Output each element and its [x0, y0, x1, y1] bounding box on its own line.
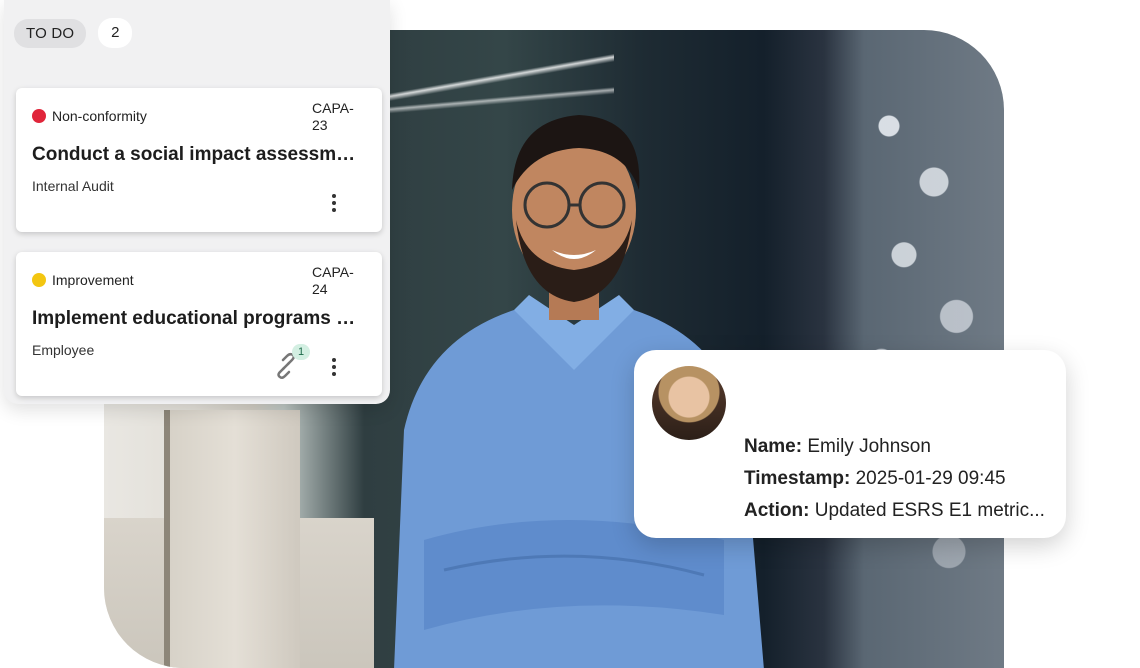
- link-count-badge: 1: [292, 344, 310, 360]
- avatar: [652, 366, 726, 440]
- task-source: Internal Audit: [32, 178, 114, 194]
- activity-name-row: Name: Emily Johnson: [744, 436, 931, 458]
- task-type-label: Improvement: [52, 272, 134, 288]
- task-type: Improvement: [32, 272, 134, 288]
- link-icon[interactable]: 1: [272, 344, 310, 380]
- column-count-badge: 2: [98, 18, 133, 48]
- task-source: Employee: [32, 342, 95, 358]
- action-value: Updated ESRS E1 metric...: [814, 500, 1045, 521]
- task-type: Non-conformity: [32, 108, 147, 124]
- column-header: TO DO 2: [14, 18, 133, 48]
- user-name: Emily Johnson: [807, 436, 931, 457]
- task-type-label: Non-conformity: [52, 108, 147, 124]
- task-card[interactable]: Improvement CAPA- 24 Implement education…: [16, 252, 382, 396]
- action-label: Action:: [744, 500, 810, 521]
- status-dot-icon: [32, 109, 46, 123]
- more-options-icon[interactable]: [328, 356, 340, 380]
- activity-timestamp-row: Timestamp: 2025-01-29 09:45: [744, 468, 1006, 490]
- todo-column: TO DO 2 Non-conformity CAPA- 23 Conduct …: [4, 0, 390, 404]
- name-label: Name:: [744, 436, 803, 457]
- task-title[interactable]: Implement educational programs o...: [32, 308, 362, 330]
- status-dot-icon: [32, 273, 46, 287]
- task-id: CAPA- 23: [312, 100, 354, 133]
- activity-action-row: Action: Updated ESRS E1 metric...: [744, 500, 1045, 522]
- task-card[interactable]: Non-conformity CAPA- 23 Conduct a social…: [16, 88, 382, 232]
- task-title[interactable]: Conduct a social impact assessment: [32, 144, 362, 166]
- task-id: CAPA- 24: [312, 264, 354, 297]
- timestamp-label: Timestamp:: [744, 468, 851, 489]
- timestamp-value: 2025-01-29 09:45: [855, 468, 1006, 489]
- activity-log-card: Name: Emily Johnson Timestamp: 2025-01-2…: [634, 350, 1066, 538]
- column-title[interactable]: TO DO: [14, 18, 87, 48]
- more-options-icon[interactable]: [328, 192, 340, 216]
- photo-door: [164, 410, 300, 668]
